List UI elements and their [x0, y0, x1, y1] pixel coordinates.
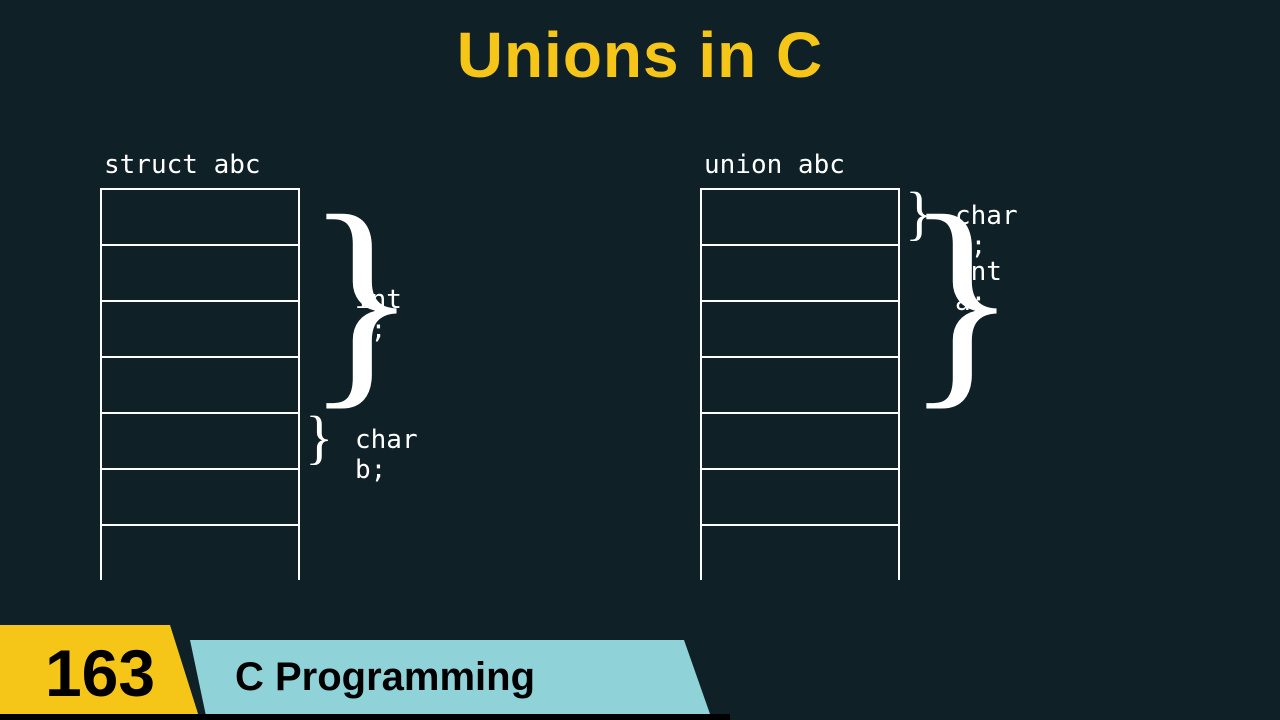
memory-cell — [100, 412, 300, 468]
memory-cell — [100, 468, 300, 524]
memory-cell — [100, 524, 300, 580]
memory-cell — [700, 524, 900, 580]
course-label-badge: C Programming — [190, 640, 710, 714]
memory-cell — [700, 412, 900, 468]
memory-cell — [100, 244, 300, 300]
struct-diagram: struct abc }int a;}char b; — [100, 150, 300, 580]
union-label: union abc — [700, 150, 900, 180]
memory-cell — [700, 244, 900, 300]
struct-label: struct abc — [100, 150, 300, 180]
type-annotation: int a; — [955, 257, 1002, 317]
memory-cell — [100, 356, 300, 412]
memory-cell — [700, 188, 900, 244]
memory-cell — [700, 356, 900, 412]
struct-memory-cells: }int a;}char b; — [100, 188, 300, 580]
memory-cell — [100, 188, 300, 244]
type-annotation: int a; — [355, 285, 402, 345]
type-annotation: char b; — [355, 425, 418, 485]
memory-cell — [100, 300, 300, 356]
memory-cell — [700, 300, 900, 356]
page-title: Unions in C — [457, 18, 824, 92]
footer-underline — [0, 714, 730, 720]
memory-cell — [700, 468, 900, 524]
lesson-number-badge: 163 — [0, 625, 200, 720]
union-memory-cells: }char b;}int a; — [700, 188, 900, 580]
union-diagram: union abc }char b;}int a; — [700, 150, 900, 580]
